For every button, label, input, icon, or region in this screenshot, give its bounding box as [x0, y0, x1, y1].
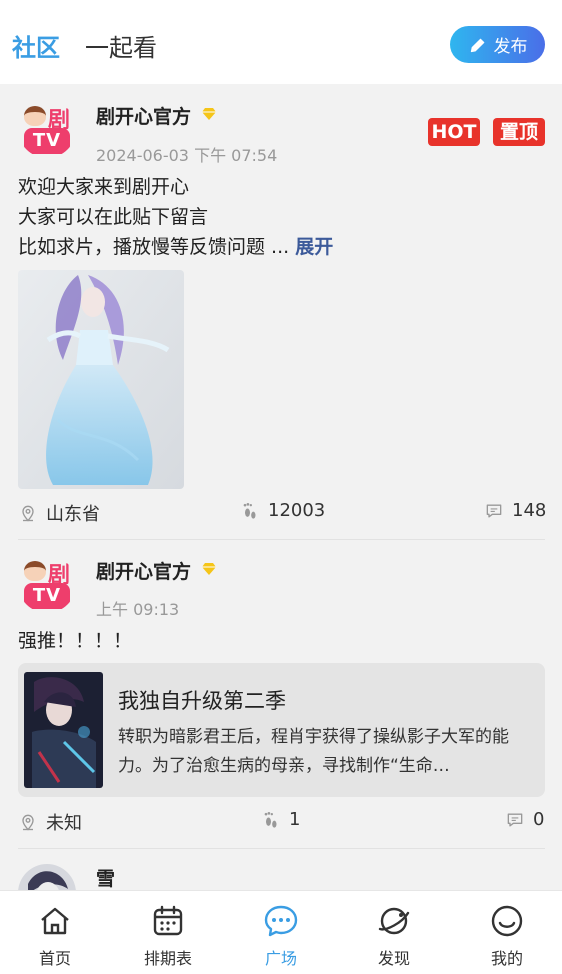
- footprint-count: 1: [289, 809, 301, 830]
- comment-count[interactable]: 0: [533, 809, 544, 830]
- footprint-icon: [264, 811, 277, 828]
- divider: [18, 539, 545, 540]
- planet-icon: [378, 907, 410, 935]
- post-line: 比如求片，播放慢等反馈问题 ...: [18, 236, 290, 258]
- footprint-count: 12003: [268, 500, 326, 521]
- pinned-badge: 置顶: [493, 118, 545, 146]
- tab-label: 排期表: [143, 949, 192, 968]
- location-icon: [22, 814, 34, 831]
- tab-home[interactable]: 首页: [15, 903, 95, 969]
- tab-label: 广场: [264, 949, 297, 968]
- video-description: 转职为暗影君王后，程肖宇获得了操纵影子大军的能力。为了治愈生病的母亲，寻找制作“…: [118, 727, 509, 776]
- post-line: 欢迎大家来到剧开心: [18, 176, 190, 198]
- tab-square[interactable]: 广场: [241, 903, 321, 969]
- tab-label: 首页: [38, 949, 71, 968]
- footprint-icon: [243, 502, 256, 519]
- avatar[interactable]: 剧 TV: [18, 555, 76, 613]
- diamond-icon: [202, 563, 216, 575]
- post-line: 大家可以在此贴下留言: [18, 206, 209, 228]
- video-title: 我独自升级第二季: [118, 689, 286, 713]
- post-card[interactable]: 剧 TV 剧开心官方 2024-06-03 下午 07:54 HOT 置顶 欢迎大…: [0, 100, 562, 540]
- divider: [18, 848, 545, 849]
- comment-count[interactable]: 148: [512, 500, 546, 521]
- publish-label: 发布: [493, 37, 528, 57]
- diamond-icon: [202, 108, 216, 120]
- brand-logo-icon: 剧 TV: [18, 100, 76, 158]
- video-cover: [24, 672, 103, 788]
- tab-community[interactable]: 社区: [12, 28, 60, 63]
- location-icon: [22, 505, 34, 522]
- post-card[interactable]: 雪: [0, 862, 562, 890]
- avatar[interactable]: 剧 TV: [18, 100, 76, 158]
- author-name[interactable]: 剧开心官方: [96, 102, 191, 129]
- author-name[interactable]: 剧开心官方: [96, 557, 191, 584]
- post-card[interactable]: 剧 TV 剧开心官方 上午 09:13 强推！！！！ 我独自升级第二季 转职为暗影…: [0, 555, 562, 845]
- video-card[interactable]: 我独自升级第二季 转职为暗影君王后，程肖宇获得了操纵影子大军的能力。为了治愈生病…: [18, 663, 545, 797]
- post-text: 欢迎大家来到剧开心 大家可以在此贴下留言 比如求片，播放慢等反馈问题 ... 展…: [18, 172, 333, 262]
- chat-bubble-icon: [264, 905, 298, 937]
- tab-schedule[interactable]: 排期表: [128, 903, 208, 969]
- location-text: 未知: [46, 813, 82, 834]
- tab-discover[interactable]: 发现: [354, 903, 434, 969]
- smile-icon: [491, 905, 523, 937]
- bottom-tab-bar: 首页 排期表 广场 发现 我的: [0, 890, 562, 974]
- hot-badge: HOT: [428, 118, 480, 146]
- comment-icon: [507, 813, 523, 826]
- calendar-icon: [153, 905, 183, 936]
- top-header: 社区 一起看 发布: [0, 0, 562, 84]
- pencil-icon: [470, 38, 484, 52]
- tab-label: 我的: [490, 949, 523, 968]
- home-icon: [41, 907, 69, 935]
- tab-mine[interactable]: 我的: [467, 903, 547, 969]
- tab-watch-together[interactable]: 一起看: [85, 28, 157, 63]
- author-name[interactable]: 雪: [96, 864, 115, 890]
- avatar[interactable]: [18, 864, 76, 890]
- post-image[interactable]: [18, 270, 184, 489]
- post-time: 2024-06-03 下午 07:54: [96, 146, 278, 165]
- tab-label: 发现: [377, 949, 410, 968]
- brand-logo-icon: 剧 TV: [18, 555, 76, 613]
- post-time: 上午 09:13: [96, 600, 180, 619]
- expand-link[interactable]: 展开: [295, 236, 333, 258]
- location-text: 山东省: [46, 504, 100, 525]
- publish-button[interactable]: 发布: [450, 26, 545, 63]
- comment-icon: [486, 504, 502, 517]
- post-text: 强推！！！！: [18, 630, 133, 652]
- post-meta: 未知 1 0: [18, 809, 545, 835]
- post-meta: 山东省 12003 148: [18, 500, 546, 526]
